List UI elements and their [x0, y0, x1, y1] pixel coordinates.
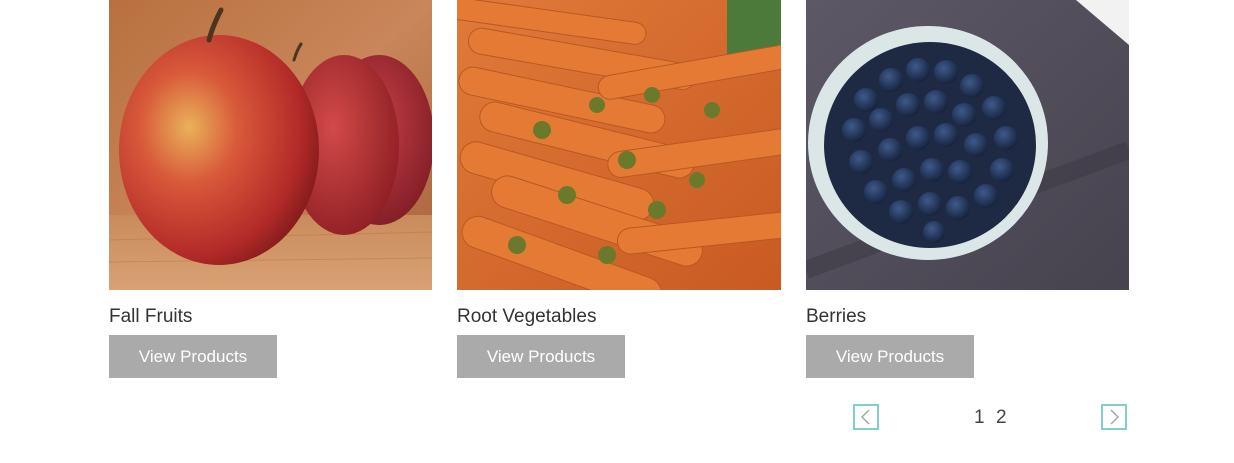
chevron-left-icon — [860, 409, 870, 425]
category-title: Fall Fruits — [109, 306, 193, 327]
view-products-button[interactable]: View Products — [109, 335, 277, 378]
view-products-button[interactable]: View Products — [806, 335, 974, 378]
view-products-button[interactable]: View Products — [457, 335, 625, 378]
next-page-button[interactable] — [1101, 404, 1127, 430]
page-number-2[interactable]: 2 — [996, 407, 1007, 429]
carrots-image[interactable] — [457, 0, 781, 290]
page-number-1[interactable]: 1 — [974, 407, 985, 429]
chevron-right-icon — [1110, 409, 1120, 425]
category-title: Berries — [806, 306, 867, 327]
category-title: Root Vegetables — [457, 306, 597, 327]
apples-image[interactable] — [109, 0, 432, 290]
category-card-root-vegetables: Root Vegetables View Products — [457, 0, 781, 378]
category-card-berries: Berries View Products — [806, 0, 1129, 378]
category-card-fall-fruits: Fall Fruits View Products — [109, 0, 432, 378]
blueberries-image[interactable] — [806, 0, 1129, 290]
previous-page-button[interactable] — [853, 404, 879, 430]
